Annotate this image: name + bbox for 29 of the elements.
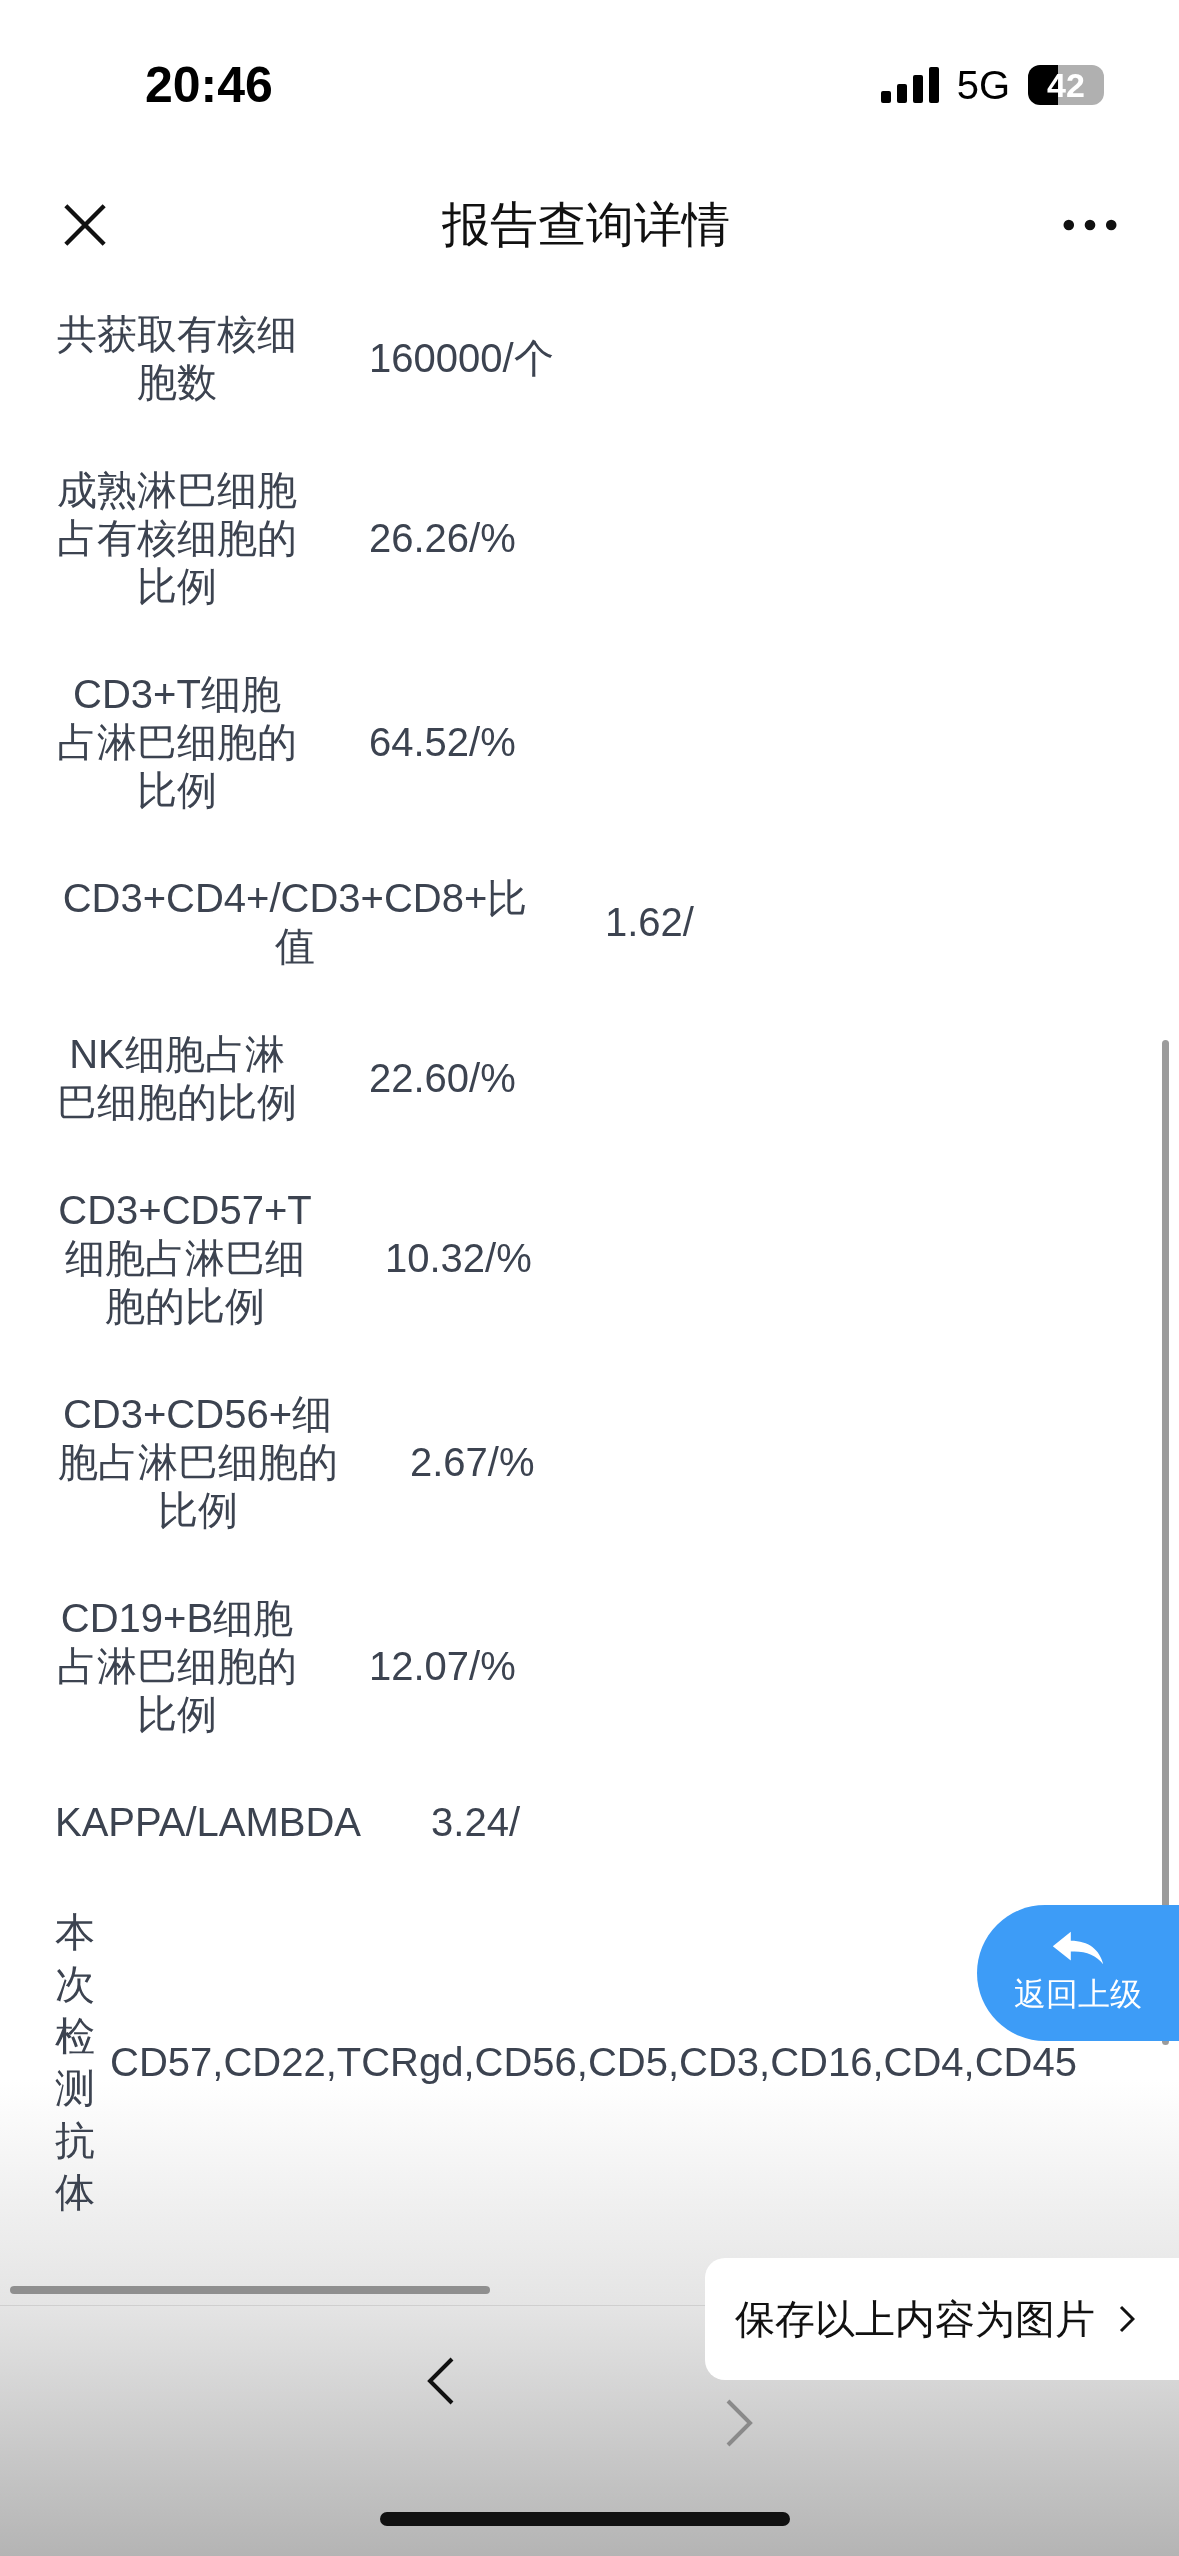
field-label: 成熟淋巴细胞占有核细胞的比例 xyxy=(56,467,298,610)
field-label: 共获取有核细胞数 xyxy=(56,311,298,406)
field-label: 本次检测抗体 xyxy=(55,1909,95,2216)
signal-icon xyxy=(880,67,939,103)
close-icon[interactable] xyxy=(62,202,108,248)
field-value: 64.52/% xyxy=(369,719,516,766)
field-value: 3.24/ xyxy=(431,1799,520,1846)
field-value: 160000/个 xyxy=(369,335,554,382)
save-as-image-button[interactable]: 保存以上内容为图片 xyxy=(705,2258,1179,2380)
field-label: CD3+CD57+T细胞占淋巴细胞的比例 xyxy=(57,1187,313,1330)
field-label: KAPPA/LAMBDA xyxy=(55,1799,362,1846)
field-value: 26.26/% xyxy=(369,515,516,562)
field-value: 10.32/% xyxy=(385,1235,532,1282)
field-value: 1.62/ xyxy=(605,899,694,946)
field-label: CD3+CD56+细胞占淋巴细胞的比例 xyxy=(56,1391,339,1534)
chevron-icon xyxy=(1119,2305,1135,2333)
field-value: 22.60/% xyxy=(369,1055,516,1102)
field-label: NK细胞占淋巴细胞的比例 xyxy=(56,1031,298,1126)
field-label: CD19+B细胞占淋巴细胞的比例 xyxy=(56,1595,298,1738)
network-label: 5G xyxy=(956,62,1010,108)
reply-arrow-icon xyxy=(1051,1929,1105,1967)
field-value: 12.07/% xyxy=(369,1643,516,1690)
field-label: CD3+CD4+/CD3+CD8+比值 xyxy=(61,875,529,970)
clock-time: 20:46 xyxy=(145,56,273,114)
page-title: 报告查询详情 xyxy=(441,197,730,253)
more-icon[interactable] xyxy=(1063,219,1117,231)
field-value: CD57,CD22,TCRgd,CD56,CD5,CD3,CD16,CD4,CD45 xyxy=(110,2039,1077,2086)
field-value: 2.67/% xyxy=(410,1439,535,1486)
field-label: CD3+T细胞占淋巴细胞的比例 xyxy=(56,671,298,814)
